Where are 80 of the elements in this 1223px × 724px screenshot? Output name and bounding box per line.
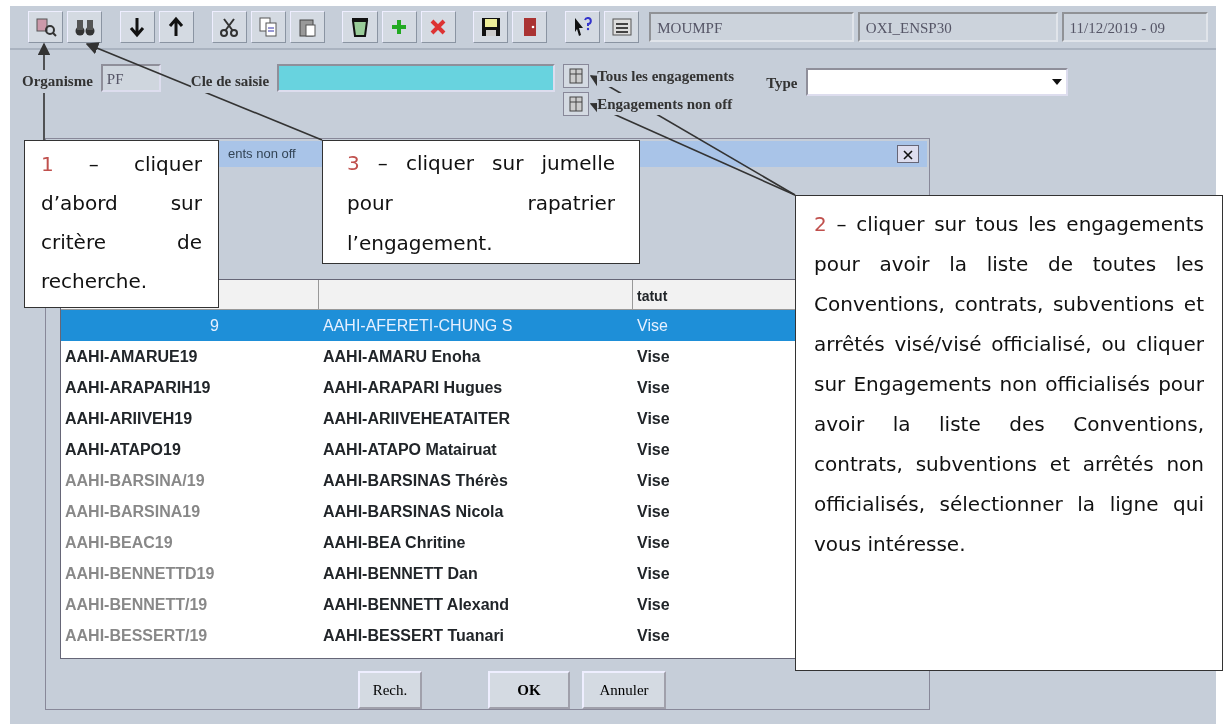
table-cell: AAHI-ATAPO Matairuat <box>323 440 497 458</box>
table-row[interactable]: AAHI-BEAC19 AAHI-BEA Chritine Vise <box>61 527 796 558</box>
table-row[interactable]: AAHI-BENNETTD19 AAHI-BENNETT Dan Vise <box>61 558 796 589</box>
copy-icon <box>257 16 280 38</box>
table-cell: AAHI-BENNETTD19 <box>65 564 215 582</box>
table-cell: AAHI-BENNETT/19 <box>65 595 208 613</box>
table-cell: AAHI-AMARU Enoha <box>323 347 481 365</box>
table-cell: AAHI-BENNETT Alexand <box>323 595 510 613</box>
table-cell: Vise <box>637 564 670 582</box>
toolbar-button[interactable] <box>211 11 247 43</box>
callout-note: 1 – cliquer d’abord sur critère de recherche. <box>24 140 219 308</box>
table-cell: Vise <box>637 316 668 334</box>
magnifier-icon <box>34 16 57 38</box>
toolbar-button[interactable] <box>565 11 601 43</box>
option-button[interactable] <box>563 64 590 88</box>
table-cell: Vise <box>637 595 670 613</box>
table-cell: AAHI-BESSERT Tuanari <box>323 626 505 644</box>
table-cell: AAHI-BARSINAS Nicola <box>323 502 504 520</box>
info-field: OXI_ENSP30 <box>857 12 1058 42</box>
caret-icon <box>1051 79 1062 85</box>
table-cell: AAHI-ARIIVEHEATAITER <box>323 409 510 427</box>
table-cell: Vise <box>637 471 670 489</box>
table-cell: Vise <box>637 626 670 644</box>
table-cell: AAHI-BEA Chritine <box>323 533 466 551</box>
table-cell: AAHI-ARIIVEH19 <box>65 409 193 427</box>
table-row[interactable]: AAHI-BESSERT/19 AAHI-BESSERT Tuanari Vise <box>61 620 796 651</box>
table-row[interactable]: AAHI-BARSINA19 AAHI-BARSINAS Nicola Vise <box>61 496 796 527</box>
list-icon <box>610 16 633 38</box>
dialog-button[interactable]: Rech. <box>358 671 422 709</box>
table-cell: AAHI-BARSINA19 <box>65 502 201 520</box>
type-dropdown[interactable] <box>805 68 1068 96</box>
cabinet-icon <box>568 96 585 112</box>
table-cell: AAHI-ATAPO19 <box>65 440 181 458</box>
table-row[interactable]: AAHI-BENNETT/19 AAHI-BENNETT Alexand Vise <box>61 589 796 620</box>
toolbar-button[interactable] <box>604 11 640 43</box>
table-row[interactable]: AAHI-AMARUE19 AAHI-AMARU Enoha Vise <box>61 341 796 372</box>
toolbar-button[interactable] <box>473 11 509 43</box>
option-button[interactable] <box>563 92 590 116</box>
table-cell: Vise <box>637 378 670 396</box>
dialog-button[interactable]: Annuler <box>582 671 666 709</box>
table-cell: Vise <box>637 502 670 520</box>
trash-icon <box>349 16 371 38</box>
close-button[interactable] <box>897 145 919 163</box>
toolbar-button[interactable] <box>158 11 194 43</box>
close-icon <box>903 150 913 161</box>
organisme-field[interactable]: PF <box>100 64 161 92</box>
scissors-icon <box>218 16 241 38</box>
table-cell: AAHI-BARSINA/19 <box>65 471 205 489</box>
toolbar-button[interactable] <box>119 11 155 43</box>
table-row[interactable]: AAHI-ARAPARIH19 AAHI-ARAPARI Hugues Vise <box>61 372 796 403</box>
callout-note: 3 – cliquer sur jumelle pour rapatrier l’engagement. <box>322 140 640 264</box>
toolbar-button[interactable] <box>67 11 103 43</box>
callout-note: 2 – cliquer sur tous les engagements pour avoir la liste de toutes les Conventions, contrats, subventions et arrêtés visé/visé officialisé, ou cliquer sur Engagements non officialisés pour avoir la liste des Conventions, contrats, subventions et arrêtés non officialisés, sélectionner la ligne qui vous intéresse. <box>795 195 1223 671</box>
table-row[interactable]: AAHI-ATAPO19 AAHI-ATAPO Matairuat Vise <box>61 434 796 465</box>
info-field: MOUMPF <box>649 12 854 42</box>
table-row[interactable]: AAHI-ARIIVEH19 AAHI-ARIIVEHEATAITER Vise <box>61 403 796 434</box>
table-cell: 9 <box>210 316 219 334</box>
info-field: 11/12/2019 - 09 <box>1061 12 1208 42</box>
field-label: Organisme <box>22 70 93 93</box>
table-cell: AAHI-ARAPARI Hugues <box>323 378 503 396</box>
table-cell: AAHI-BEAC19 <box>65 533 173 551</box>
table-cell: AAHI-AFERETI-CHUNG S <box>323 316 513 334</box>
clipboard-icon <box>296 16 319 38</box>
option-label: Engagements non off <box>597 92 733 116</box>
input-field[interactable] <box>277 64 556 92</box>
table-row[interactable]: AAHI-BARSINA/19 AAHI-BARSINAS Thérès Vise <box>61 465 796 496</box>
cabinet-icon <box>568 68 585 84</box>
table-cell: Vise <box>637 409 670 427</box>
dialog-title: ents non off <box>228 145 296 164</box>
toolbar-button[interactable] <box>28 11 64 43</box>
table-cell: Vise <box>637 440 670 458</box>
table-cell: AAHI-AMARUE19 <box>65 347 198 365</box>
table-cell: AAHI-ARAPARIH19 <box>65 378 211 396</box>
table-cell: AAHI-BENNETT Dan <box>323 564 478 582</box>
dialog-button[interactable]: OK <box>488 671 570 709</box>
table-cell: AAHI-BESSERT/19 <box>65 626 208 644</box>
table-cell: Vise <box>637 347 670 365</box>
table-cell: AAHI-BARSINAS Thérès <box>323 471 508 489</box>
table-cell: Vise <box>637 533 670 551</box>
toolbar-button[interactable] <box>342 11 378 43</box>
